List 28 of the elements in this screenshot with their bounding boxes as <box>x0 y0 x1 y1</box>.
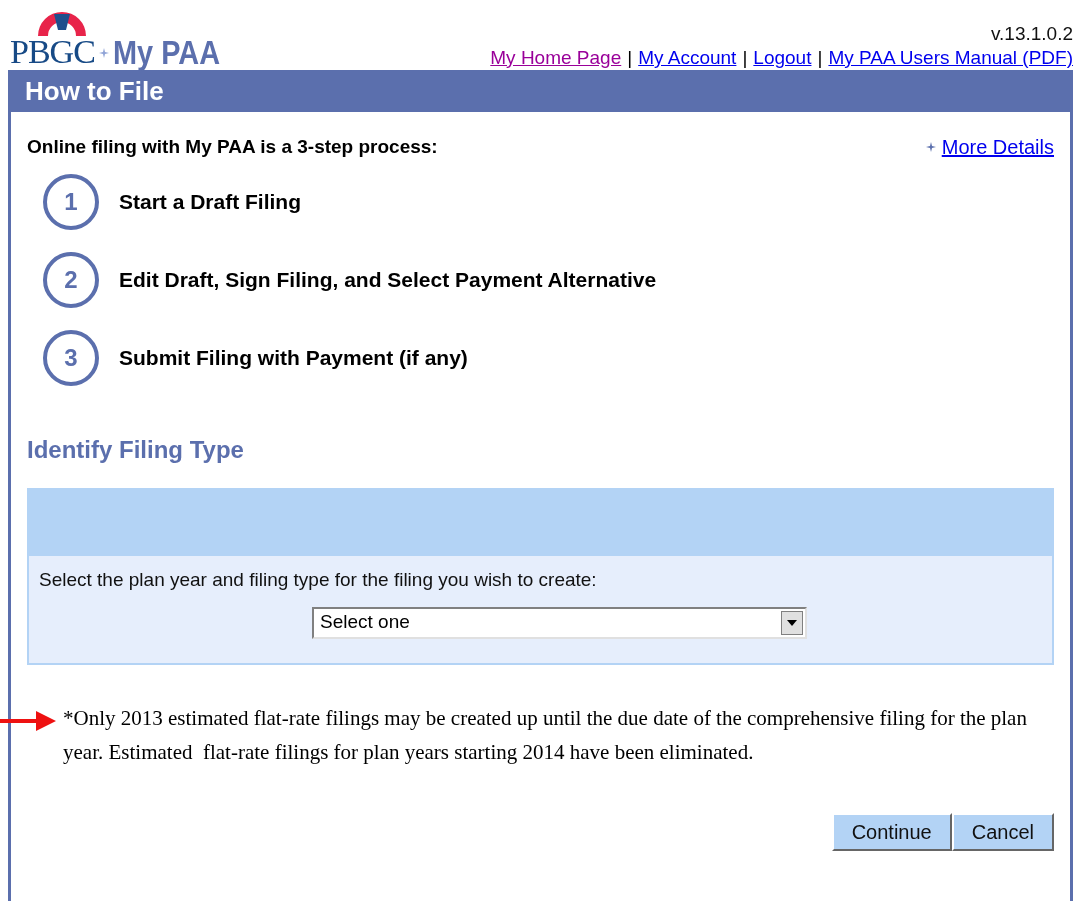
step-number: 1 <box>43 174 99 230</box>
step-label: Start a Draft Filing <box>119 189 302 216</box>
arrow-icon <box>0 709 56 733</box>
separator-text: | <box>742 46 748 70</box>
sparkle-icon <box>925 142 936 152</box>
separator-text: | <box>627 46 633 70</box>
nav-link[interactable]: My Home Page <box>490 46 622 70</box>
intro-text: Online filing with My PAA is a 3-step process: <box>27 134 438 159</box>
sparkle-icon <box>98 48 109 58</box>
note-text: *Only 2013 estimated flat-rate filings may be created up until the due date of the comprehensive filing for the plan year. Estimated flat-rate filings for plan years starting 2014 have been eliminated. <box>63 704 1028 766</box>
step-label: Submit Filing with Payment (if any) <box>119 345 468 372</box>
version-text: v.13.1.0.2 <box>990 22 1073 46</box>
logo-product-text: My PAA <box>112 36 220 68</box>
nav-link[interactable]: My PAA Users Manual (PDF) <box>828 46 1073 70</box>
more-details-link[interactable]: More Details <box>941 132 1054 162</box>
step-number: 2 <box>43 252 99 308</box>
nav-link[interactable]: Logout <box>753 46 812 70</box>
page-title: How to File <box>25 74 164 108</box>
filing-type-select[interactable]: Select one <box>312 606 807 639</box>
logo-org-text: PBGC <box>10 36 95 68</box>
select-prompt: Select the plan year and filing type for the filing you wish to create: <box>39 568 598 592</box>
step-label: Edit Draft, Sign Filing, and Select Payment Alternative <box>119 267 657 294</box>
nav-link[interactable]: My Account <box>638 46 737 70</box>
section-title: Identify Filing Type <box>27 435 245 465</box>
action-button[interactable]: Cancel <box>951 812 1054 851</box>
action-button[interactable]: Continue <box>831 812 952 851</box>
step-number: 3 <box>43 330 99 386</box>
separator-text: | <box>817 46 823 70</box>
